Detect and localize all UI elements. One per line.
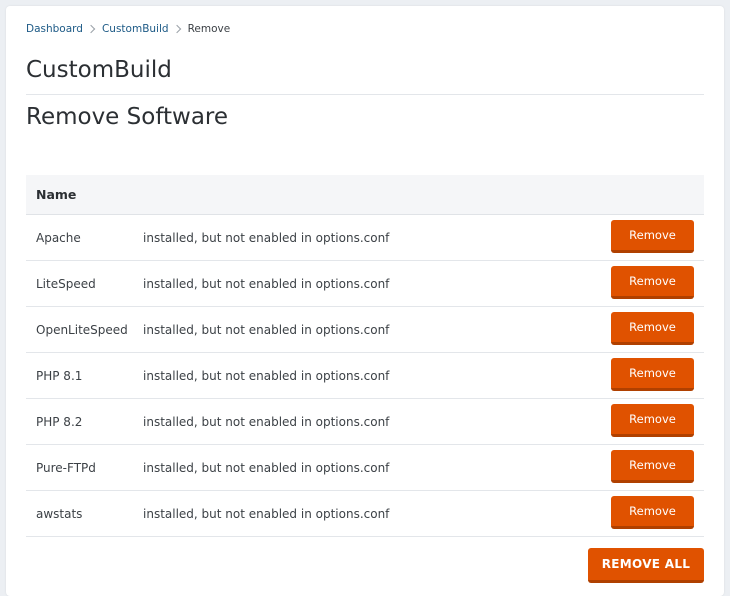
remove-button[interactable]: Remove [611, 220, 694, 253]
title-divider [26, 94, 704, 95]
breadcrumb-current: Remove [187, 23, 231, 35]
breadcrumb-custombuild[interactable]: CustomBuild [102, 23, 169, 35]
software-status: installed, but not enabled in options.co… [143, 322, 390, 337]
software-status: installed, but not enabled in options.co… [143, 276, 390, 291]
remove-button[interactable]: Remove [611, 266, 694, 299]
software-name: awstats [36, 506, 83, 521]
software-status: installed, but not enabled in options.co… [143, 414, 390, 429]
software-name: PHP 8.1 [36, 368, 83, 383]
table-header: Name [26, 175, 704, 215]
software-status: installed, but not enabled in options.co… [143, 230, 390, 245]
software-name: LiteSpeed [36, 276, 96, 291]
software-name: PHP 8.2 [36, 414, 83, 429]
software-name: Pure-FTPd [36, 460, 96, 475]
remove-button[interactable]: Remove [611, 312, 694, 345]
software-status: installed, but not enabled in options.co… [143, 460, 390, 475]
table-row: Apache installed, but not enabled in opt… [26, 215, 704, 261]
software-name: OpenLiteSpeed [36, 322, 128, 337]
table-row: LiteSpeed installed, but not enabled in … [26, 261, 704, 307]
software-name: Apache [36, 230, 81, 245]
section-title: Remove Software [26, 104, 229, 130]
page-title: CustomBuild [26, 57, 172, 83]
remove-button[interactable]: Remove [611, 404, 694, 437]
remove-button[interactable]: Remove [611, 358, 694, 391]
column-header-name: Name [36, 187, 77, 202]
breadcrumb: Dashboard CustomBuild Remove [26, 23, 230, 35]
chevron-right-icon [172, 24, 181, 34]
table-row: Pure-FTPd installed, but not enabled in … [26, 445, 704, 491]
remove-button[interactable]: Remove [611, 496, 694, 529]
breadcrumb-dashboard[interactable]: Dashboard [26, 23, 83, 35]
software-status: installed, but not enabled in options.co… [143, 368, 390, 383]
content-card: Dashboard CustomBuild Remove CustomBuild… [6, 6, 724, 596]
software-status: installed, but not enabled in options.co… [143, 506, 390, 521]
table-row: awstats installed, but not enabled in op… [26, 491, 704, 537]
table-row: OpenLiteSpeed installed, but not enabled… [26, 307, 704, 353]
table-row: PHP 8.1 installed, but not enabled in op… [26, 353, 704, 399]
remove-button[interactable]: Remove [611, 450, 694, 483]
table-row: PHP 8.2 installed, but not enabled in op… [26, 399, 704, 445]
chevron-right-icon [86, 24, 96, 34]
software-table: Name Apache installed, but not enabled i… [26, 175, 704, 537]
remove-all-button[interactable]: REMOVE ALL [588, 548, 704, 583]
